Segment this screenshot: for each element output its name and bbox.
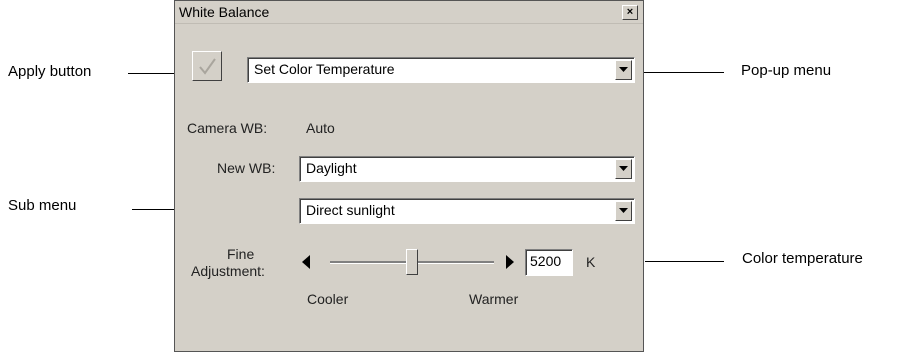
camera-wb-label: Camera WB:: [187, 120, 268, 136]
apply-button[interactable]: [192, 51, 222, 81]
sub-menu-arrow-button[interactable]: [615, 201, 632, 221]
sub-menu-select[interactable]: Direct sunlight: [299, 198, 635, 224]
sub-menu-value: Direct sunlight: [306, 202, 395, 218]
fine-adjustment-label-line1: Fine: [227, 246, 255, 262]
chevron-down-icon: [619, 67, 628, 72]
camera-wb-value: Auto: [306, 120, 335, 136]
callout-color-temperature: Color temperature: [742, 250, 863, 267]
new-wb-value: Daylight: [306, 160, 357, 176]
color-temperature-input[interactable]: 5200: [525, 249, 573, 276]
chevron-down-icon: [619, 208, 628, 213]
mode-popup-arrow-button[interactable]: [615, 60, 632, 80]
warmer-label: Warmer: [469, 291, 519, 307]
title-bar: White Balance ×: [175, 1, 643, 24]
close-button[interactable]: ×: [622, 5, 638, 20]
arrow-left-icon[interactable]: [302, 255, 310, 269]
callout-apply-button: Apply button: [8, 63, 92, 80]
callout-popup-menu: Pop-up menu: [741, 62, 832, 79]
callout-sub-menu: Sub menu: [8, 197, 77, 214]
kelvin-unit-label: K: [586, 254, 596, 270]
new-wb-arrow-button[interactable]: [615, 159, 632, 179]
new-wb-label: New WB:: [217, 160, 276, 176]
checkmark-icon: [199, 58, 216, 75]
mode-popup-menu[interactable]: Set Color Temperature: [247, 57, 635, 83]
white-balance-panel: White Balance × Set Color Temperature Ca…: [174, 0, 644, 352]
mode-popup-value: Set Color Temperature: [254, 61, 395, 77]
fine-adjustment-label-line2: Adjustment:: [191, 263, 265, 279]
cooler-label: Cooler: [307, 291, 349, 307]
arrow-right-icon[interactable]: [506, 255, 514, 269]
leader-line-popup: [640, 72, 724, 73]
window-title: White Balance: [179, 4, 270, 20]
fine-adjustment-slider-thumb[interactable]: [406, 249, 418, 275]
chevron-down-icon: [619, 166, 628, 171]
leader-line-colortemp: [645, 261, 724, 262]
new-wb-select[interactable]: Daylight: [299, 156, 635, 182]
